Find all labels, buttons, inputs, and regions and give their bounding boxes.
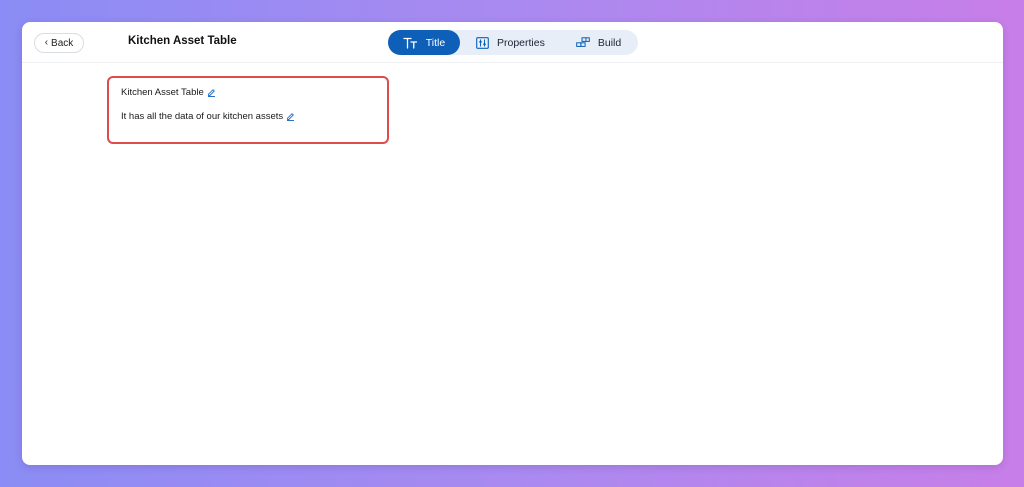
back-button[interactable]: ‹ Back	[34, 33, 84, 53]
table-description: It has all the data of our kitchen asset…	[121, 111, 284, 122]
tab-properties-label: Properties	[497, 36, 545, 49]
sliders-icon	[476, 36, 489, 49]
top-bar: ‹ Back Kitchen Asset Table Title Propert…	[22, 22, 1003, 63]
tab-title-label: Title	[425, 36, 446, 49]
app-window: ‹ Back Kitchen Asset Table Title Propert…	[22, 22, 1003, 465]
title-card: Kitchen Asset Table It has all the data …	[107, 76, 389, 144]
page-title: Kitchen Asset Table	[128, 35, 237, 47]
tab-group: Title Properties Build	[388, 30, 638, 55]
text-format-icon	[403, 37, 418, 49]
table-name: Kitchen Asset Table	[121, 87, 204, 98]
edit-name-icon[interactable]	[207, 88, 216, 97]
tab-build[interactable]: Build	[576, 30, 621, 55]
tab-properties[interactable]: Properties	[476, 30, 545, 55]
chevron-left-icon: ‹	[44, 37, 49, 48]
blocks-icon	[576, 37, 590, 48]
edit-description-icon[interactable]	[286, 112, 295, 121]
tab-build-label: Build	[597, 36, 622, 49]
tab-title[interactable]: Title	[388, 30, 460, 55]
table-name-row: Kitchen Asset Table	[121, 87, 216, 98]
table-description-row: It has all the data of our kitchen asset…	[121, 111, 295, 122]
back-label: Back	[51, 37, 74, 49]
